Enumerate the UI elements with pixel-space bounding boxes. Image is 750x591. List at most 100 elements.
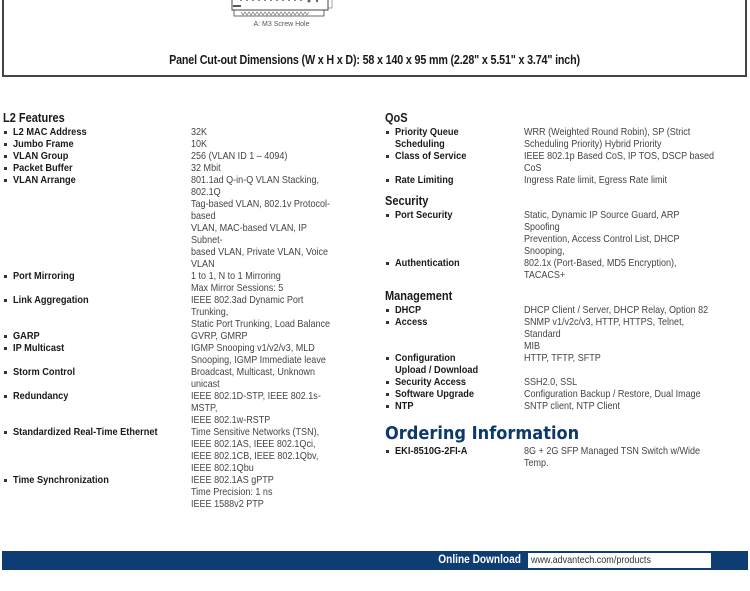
spec-row: Jumbo Frame 10K bbox=[3, 138, 365, 150]
spec-label: Priority Queue Scheduling bbox=[395, 126, 459, 150]
spec-value: 801.1ad Q-in-Q VLAN Stacking, 802.1Q Tag… bbox=[191, 174, 331, 270]
bullet-icon bbox=[3, 162, 13, 174]
bullet-icon bbox=[3, 474, 13, 510]
bullet-icon bbox=[385, 388, 395, 400]
spec-value: Time Sensitive Networks (TSN), IEEE 802.… bbox=[191, 426, 320, 474]
l2-features-list: L2 MAC Address 32K Jumbo Frame 10K VLAN Grou… bbox=[3, 126, 365, 510]
spec-value: HTTP, TFTP, SFTP bbox=[524, 352, 601, 364]
spec-value: IEEE 802.1AS gPTP Time Precision: 1 ns I… bbox=[191, 474, 274, 510]
spec-row: Port Security Static, Dynamic IP Source G… bbox=[385, 209, 747, 257]
device-drawing-icon bbox=[231, 0, 333, 17]
spec-row: Authentication 802.1x (Port-Based, MD5 En… bbox=[385, 257, 747, 281]
spec-value: 32 Mbit bbox=[191, 162, 221, 174]
spec-value: 802.1x (Port-Based, MD5 Encryption), TAC… bbox=[524, 257, 677, 281]
online-download-label: Online Download bbox=[438, 554, 521, 566]
bullet-icon bbox=[385, 376, 395, 388]
spec-row: Access SNMP v1/v2c/v3, HTTP, HTTPS, Telne… bbox=[385, 316, 747, 352]
spec-label: Redundancy bbox=[13, 390, 69, 402]
bullet-icon bbox=[3, 294, 13, 330]
spec-label: Access bbox=[395, 316, 428, 328]
spec-value: Broadcast, Multicast, Unknown unicast bbox=[191, 366, 315, 390]
spec-label: Standardized Real-Time Ethernet bbox=[13, 426, 158, 438]
spec-label: VLAN Arrange bbox=[13, 174, 76, 186]
spec-row: Storm Control Broadcast, Multicast, Unkno… bbox=[3, 366, 365, 390]
bullet-icon bbox=[3, 138, 13, 150]
spec-row: Packet Buffer 32 Mbit bbox=[3, 162, 365, 174]
security-list: Port Security Static, Dynamic IP Source G… bbox=[385, 209, 747, 281]
panel-cutout-dimensions: Panel Cut-out Dimensions (W x H x D): 58… bbox=[169, 53, 580, 67]
spec-value: SNTP client, NTP Client bbox=[524, 400, 621, 412]
bullet-icon bbox=[385, 209, 395, 257]
spec-label: Link Aggregation bbox=[13, 294, 89, 306]
bullet-icon bbox=[3, 150, 13, 162]
spec-label: Port Security bbox=[395, 209, 453, 221]
spec-label: L2 MAC Address bbox=[13, 126, 87, 138]
spec-value: Ingress Rate limit, Egress Rate limit bbox=[524, 174, 668, 186]
spec-value: 256 (VLAN ID 1 – 4094) bbox=[191, 150, 288, 162]
spec-value: IEEE 802.1p Based CoS, IP TOS, DSCP base… bbox=[524, 150, 715, 174]
spec-value: Static, Dynamic IP Source Guard, ARP Spo… bbox=[524, 209, 680, 257]
spec-value: SSH2.0, SSL bbox=[524, 376, 578, 388]
spec-value: 8G + 2G SFP Managed TSN Switch w/Wide Te… bbox=[524, 445, 701, 469]
spec-row: Rate Limiting Ingress Rate limit, Egress … bbox=[385, 174, 747, 186]
management-list: DHCP DHCP Client / Server, DHCP Relay, Op… bbox=[385, 304, 747, 412]
spec-row: Redundancy IEEE 802.1D-STP, IEEE 802.1s-M… bbox=[3, 390, 365, 426]
spec-row: DHCP DHCP Client / Server, DHCP Relay, Op… bbox=[385, 304, 747, 316]
spec-value: 32K bbox=[191, 126, 208, 138]
bullet-icon bbox=[3, 174, 13, 270]
bullet-icon bbox=[385, 400, 395, 412]
bullet-icon bbox=[3, 366, 13, 390]
spec-row: GARP GVRP, GMRP bbox=[3, 330, 365, 342]
spec-row: Software Upgrade Configuration Backup / R… bbox=[385, 388, 747, 400]
spec-value: IEEE 802.3ad Dynamic Port Trunking, Stat… bbox=[191, 294, 331, 330]
spec-row: NTP SNTP client, NTP Client bbox=[385, 400, 747, 412]
spec-row: L2 MAC Address 32K bbox=[3, 126, 365, 138]
spec-row: IP Multicast IGMP Snooping v1/v2/v3, MLD … bbox=[3, 342, 365, 366]
online-download-url[interactable]: www.advantech.com/products bbox=[531, 553, 651, 568]
spec-label: Class of Service bbox=[395, 150, 467, 162]
spec-value: IGMP Snooping v1/v2/v3, MLD Snooping, IG… bbox=[191, 342, 326, 366]
screw-hole-caption-text: A: M3 Screw Hole bbox=[253, 21, 310, 28]
section-title-l2-features: L2 Features bbox=[3, 111, 65, 125]
spec-row: Class of Service IEEE 802.1p Based CoS, I… bbox=[385, 150, 747, 174]
spec-row: VLAN Group 256 (VLAN ID 1 – 4094) bbox=[3, 150, 365, 162]
spec-row: Standardized Real-Time Ethernet Time Sens… bbox=[3, 426, 365, 474]
left-column: L2 Features L2 MAC Address 32K Jumbo Frame… bbox=[3, 110, 365, 510]
bullet-icon bbox=[3, 342, 13, 366]
screw-hole-caption: A: M3 Screw Hole bbox=[4, 21, 745, 28]
spec-label: Jumbo Frame bbox=[13, 138, 74, 150]
spec-row: Link Aggregation IEEE 802.3ad Dynamic Por… bbox=[3, 294, 365, 330]
spec-label: Configuration Upload / Download bbox=[395, 352, 479, 376]
spec-value: DHCP Client / Server, DHCP Relay, Option… bbox=[524, 304, 709, 316]
spec-label: Security Access bbox=[395, 376, 467, 388]
spec-label: Time Synchronization bbox=[13, 474, 109, 486]
ordering-list: EKI-8510G-2FI-A 8G + 2G SFP Managed TSN S… bbox=[385, 445, 747, 469]
spec-row: Security Access SSH2.0, SSL bbox=[385, 376, 747, 388]
spec-value: GVRP, GMRP bbox=[191, 330, 248, 342]
spec-label: Authentication bbox=[395, 257, 460, 269]
spec-row: VLAN Arrange 801.1ad Q-in-Q VLAN Stacking… bbox=[3, 174, 365, 270]
spec-label: Packet Buffer bbox=[13, 162, 73, 174]
spec-label: Storm Control bbox=[13, 366, 76, 378]
qos-list: Priority Queue Scheduling WRR (Weighted R… bbox=[385, 126, 747, 186]
footer-bar: Online Download www.advantech.com/produc… bbox=[2, 551, 748, 570]
bullet-icon bbox=[385, 304, 395, 316]
bullet-icon bbox=[3, 270, 13, 294]
spec-label: NTP bbox=[395, 400, 414, 412]
spec-label: GARP bbox=[13, 330, 40, 342]
online-download-link[interactable]: www.advantech.com/products bbox=[528, 553, 711, 568]
bullet-icon bbox=[385, 316, 395, 352]
section-title-qos: QoS bbox=[385, 111, 408, 125]
spec-row: EKI-8510G-2FI-A 8G + 2G SFP Managed TSN S… bbox=[385, 445, 747, 469]
bullet-icon bbox=[385, 174, 395, 186]
spec-value: 10K bbox=[191, 138, 208, 150]
bullet-icon bbox=[3, 126, 13, 138]
spec-row: Priority Queue Scheduling WRR (Weighted R… bbox=[385, 126, 747, 150]
spec-label: DHCP bbox=[395, 304, 422, 316]
section-title-management: Management bbox=[385, 289, 453, 303]
bullet-icon bbox=[385, 445, 395, 469]
bullet-icon bbox=[3, 330, 13, 342]
spec-label: Software Upgrade bbox=[395, 388, 475, 400]
bullet-icon bbox=[385, 150, 395, 174]
